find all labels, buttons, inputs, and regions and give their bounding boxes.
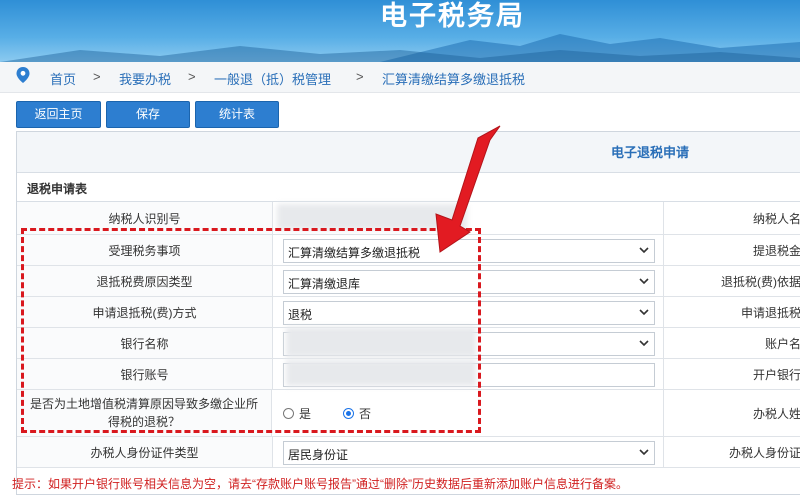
refund-basis-label: 退抵税(费)依据: [721, 274, 800, 289]
save-button[interactable]: 保存: [106, 101, 190, 128]
back-home-button[interactable]: 返回主页: [16, 101, 101, 128]
breadcrumb-separator: >: [188, 69, 196, 84]
taxpayer-name-label: 纳税人名: [752, 211, 800, 226]
section-title: 退税申请表: [27, 182, 88, 196]
account-name-label: 账户名: [764, 336, 800, 351]
breadcrumb-current: 汇算清缴结算多缴退抵税: [382, 72, 526, 87]
breadcrumb: 首页 > 我要办税 > 一般退（抵）税管理 > 汇算清缴结算多缴退抵税: [0, 62, 800, 93]
breadcrumb-separator: >: [356, 69, 364, 84]
location-pin-icon: [16, 67, 30, 83]
form-section-header: 退税申请表: [17, 173, 800, 202]
breadcrumb-refund-management[interactable]: 一般退（抵）税管理: [214, 69, 331, 88]
chevron-down-icon: [639, 309, 649, 316]
breadcrumb-separator: >: [93, 69, 101, 84]
refund-amount-label: 提退税金: [752, 243, 800, 258]
row-id-type: 办税人身份证件类型 居民身份证 办税人身份证: [17, 437, 800, 468]
id-type-select[interactable]: 居民身份证: [283, 441, 655, 465]
opening-bank-label: 开户银行: [752, 367, 800, 382]
agent-name-label: 办税人姓: [752, 406, 800, 421]
chevron-down-icon: [639, 278, 649, 285]
redacted-value: [277, 204, 467, 230]
header-banner: 电子税务局: [0, 0, 800, 62]
agent-id-label: 办税人身份证: [728, 445, 800, 460]
statistics-button[interactable]: 统计表: [195, 101, 279, 128]
breadcrumb-tax-service[interactable]: 我要办税: [119, 69, 171, 88]
site-title: 电子税务局: [380, 1, 525, 32]
chevron-down-icon: [639, 340, 649, 347]
id-type-label: 办税人身份证件类型: [17, 437, 273, 467]
id-type-selected: 居民身份证: [288, 448, 349, 462]
hint-text: 提示：如果开户银行账号相关信息为空，请去“存款账户账号报告”通过“删除”历史数据…: [12, 477, 628, 491]
breadcrumb-home[interactable]: 首页: [50, 69, 76, 88]
form-header: 电子退税申请: [17, 132, 800, 173]
form-title: 电子退税申请: [611, 145, 690, 160]
refund-apply-label: 申请退抵税: [740, 305, 800, 320]
annotation-dashed-box: [21, 228, 481, 433]
chevron-down-icon: [639, 449, 649, 456]
chevron-down-icon: [639, 247, 649, 254]
